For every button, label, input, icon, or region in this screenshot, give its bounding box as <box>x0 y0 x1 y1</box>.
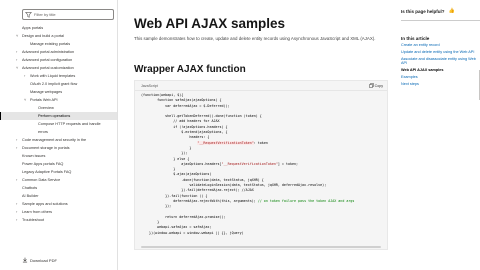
nav-item-label: Perform operations <box>38 114 71 118</box>
nav-item[interactable]: AI Builder <box>0 192 117 200</box>
nav-item-label: Advanced portal administration <box>22 50 75 54</box>
chevron-down-icon[interactable]: ˅ <box>16 64 18 72</box>
thumbs-icon[interactable]: 👍 <box>449 8 455 14</box>
copy-icon <box>368 83 374 88</box>
nav-item-label: Manage webpages <box>30 90 63 94</box>
chevron-right-icon[interactable]: › <box>16 208 17 216</box>
section-heading: Wrapper AJAX function <box>134 64 246 75</box>
filter-input[interactable]: Filter by title <box>22 9 114 20</box>
nav-item-label: Compose HTTP requests and handle <box>38 122 101 126</box>
intro-paragraph: This sample demonstrates how to create, … <box>134 36 376 41</box>
nav-item[interactable]: Manage webpages <box>0 88 117 96</box>
left-navigation: Filter by title Apps portals ˅ Design and … <box>0 0 118 270</box>
nav-item-label: Troubleshoot <box>22 218 45 222</box>
nav-item-label: Advanced portal configuration <box>22 58 73 62</box>
nav-item[interactable]: ˅ Design and build a portal <box>0 32 117 40</box>
helpful-question: Is this page helpful? <box>401 8 445 14</box>
chevron-right-icon[interactable]: › <box>16 176 17 184</box>
nav-item-label: Common Data Service <box>22 178 61 182</box>
nav-tree: Apps portals ˅ Design and build a portal Ma… <box>0 24 117 224</box>
nav-item[interactable]: Perform operations <box>0 112 117 120</box>
nav-item[interactable]: › Troubleshoot <box>0 216 117 224</box>
nav-item-label: Advanced portal customization <box>22 66 74 70</box>
nav-item-label: Power Apps portals FAQ <box>22 162 64 166</box>
divider <box>401 20 480 21</box>
download-icon <box>22 257 28 263</box>
nav-item-label: Learn from others <box>22 210 52 214</box>
nav-item-label: Sample apps and solutions <box>22 202 68 206</box>
code-content: (function(webapi, $){ function safeAjax(… <box>141 93 355 235</box>
nav-item[interactable]: › Code management and security in the <box>0 136 117 144</box>
nav-item[interactable]: OAuth 2.0 implicit grant flow <box>0 80 117 88</box>
nav-item-label: Work with Liquid templates <box>30 74 76 78</box>
code-block: JavaScript Copy (function(webapi, $){ fu… <box>134 80 388 250</box>
nav-item-label: Code management and security in the <box>22 138 87 142</box>
chevron-down-icon[interactable]: ˅ <box>24 96 26 104</box>
nav-item-label: Overview <box>38 106 54 110</box>
nav-item[interactable]: Power Apps portals FAQ <box>0 160 117 168</box>
nav-item[interactable]: ˅ Portals Web API <box>0 96 117 104</box>
toc-link[interactable]: Create an entity record <box>401 43 477 48</box>
toc-link[interactable]: Update and delete entity using the Web A… <box>401 50 477 55</box>
toc-link[interactable]: Associate and disassociate entity using … <box>401 57 477 66</box>
chevron-right-icon[interactable]: › <box>24 72 25 80</box>
nav-item[interactable]: › Advanced portal configuration <box>0 56 117 64</box>
chevron-right-icon[interactable]: › <box>16 144 17 152</box>
nav-item-label: Design and build a portal <box>22 34 65 38</box>
nav-item[interactable]: Chatbots <box>0 184 117 192</box>
toc-link[interactable]: Examples <box>401 75 477 80</box>
download-pdf-link[interactable]: Download PDF <box>22 256 57 264</box>
code-header: JavaScript Copy <box>135 81 387 91</box>
nav-item-label: Known issues <box>22 154 46 158</box>
nav-item[interactable]: ˅ Advanced portal customization <box>0 64 117 72</box>
filter-placeholder: Filter by title <box>34 12 56 17</box>
nav-item-label: Apps portals <box>22 26 44 30</box>
nav-item[interactable]: › Common Data Service <box>0 176 117 184</box>
table-of-contents: Create an entity record Update and delete… <box>401 43 477 88</box>
nav-item-label: AI Builder <box>22 194 39 198</box>
in-this-article-heading: In this article <box>401 36 430 41</box>
filter-icon <box>25 12 32 18</box>
copy-button[interactable]: Copy <box>368 83 383 88</box>
nav-item[interactable]: Overview <box>0 104 117 112</box>
nav-item-label: Portals Web API <box>30 98 58 102</box>
nav-item[interactable]: Apps portals <box>0 24 117 32</box>
nav-item[interactable]: › Document storage in portals <box>0 144 117 152</box>
nav-item[interactable]: Known issues <box>0 152 117 160</box>
nav-item[interactable]: › Sample apps and solutions <box>0 200 117 208</box>
nav-item[interactable]: › Work with Liquid templates <box>0 72 117 80</box>
chevron-right-icon[interactable]: › <box>16 200 17 208</box>
right-rail: Is this page helpful? 👍 In this article … <box>395 0 480 270</box>
nav-item-label: errors <box>38 130 48 134</box>
download-pdf-label: Download PDF <box>30 257 57 263</box>
chevron-down-icon[interactable]: ˅ <box>16 32 18 40</box>
nav-item[interactable]: › Learn from others <box>0 208 117 216</box>
feedback-prompt: Is this page helpful? 👍 <box>401 8 455 14</box>
nav-item[interactable]: Manage existing portals <box>0 40 117 48</box>
page-title: Web API AJAX samples <box>134 16 286 31</box>
nav-item-label: Manage existing portals <box>30 42 71 46</box>
copy-label: Copy <box>374 83 383 88</box>
nav-item[interactable]: errors <box>0 128 117 136</box>
nav-item-label: Document storage in portals <box>22 146 70 150</box>
nav-item[interactable]: Compose HTTP requests and handle <box>0 120 117 128</box>
nav-item[interactable]: Legacy Adaptive Portals FAQ <box>0 168 117 176</box>
chevron-right-icon[interactable]: › <box>16 48 17 56</box>
code-language-label: JavaScript <box>141 84 158 88</box>
chevron-right-icon[interactable]: › <box>16 136 17 144</box>
nav-item-label: OAuth 2.0 implicit grant flow <box>30 82 78 86</box>
toc-link[interactable]: Next steps <box>401 82 477 87</box>
chevron-right-icon[interactable]: › <box>16 56 17 64</box>
chevron-right-icon[interactable]: › <box>16 216 17 224</box>
nav-item-label: Legacy Adaptive Portals FAQ <box>22 170 72 174</box>
nav-item-label: Chatbots <box>22 186 38 190</box>
code-horizontal-scrollbar[interactable] <box>141 246 381 248</box>
toc-link[interactable]: Web API AJAX samples <box>401 68 477 73</box>
article: Web API AJAX samples This sample demonst… <box>118 0 395 270</box>
nav-item[interactable]: › Advanced portal administration <box>0 48 117 56</box>
